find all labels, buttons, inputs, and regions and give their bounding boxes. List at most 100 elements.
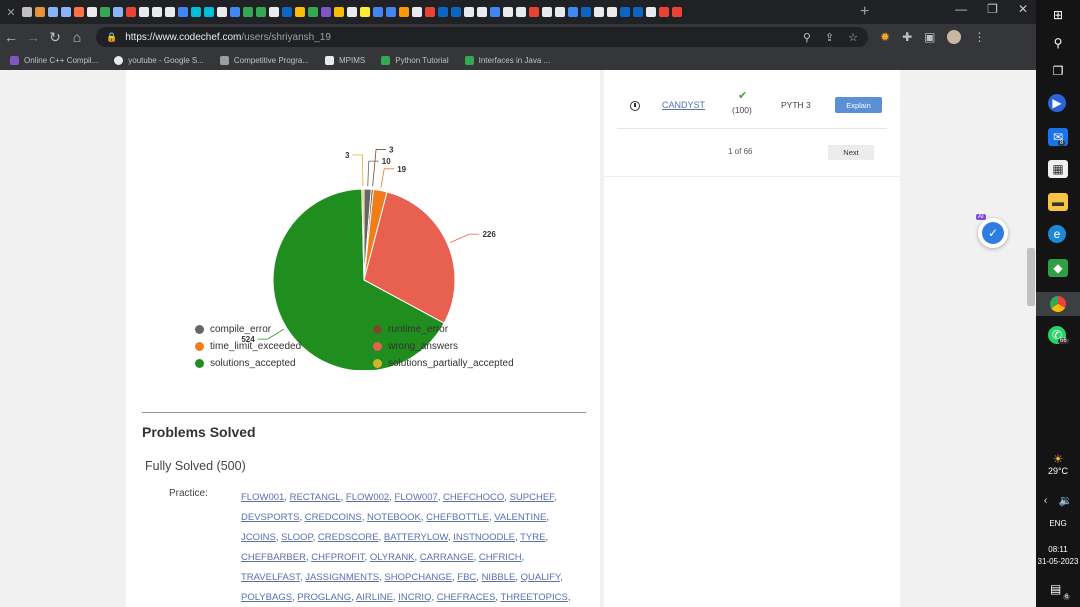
tab-favicon-icon[interactable]	[35, 7, 45, 17]
problem-link[interactable]: CREDCOINS	[305, 512, 362, 523]
bookmark-item[interactable]: Python Tutorial	[381, 55, 449, 65]
problem-link[interactable]: POLYBAGS	[241, 592, 292, 603]
problem-link[interactable]: OLYRANK	[370, 552, 415, 563]
problem-link[interactable]: SUPCHEF	[510, 492, 554, 503]
tab-favicon-icon[interactable]	[568, 7, 578, 17]
problem-link[interactable]: SHOPCHANGE	[384, 572, 452, 583]
chrome-taskbar-item[interactable]	[1036, 292, 1080, 316]
tab-favicon-icon[interactable]	[347, 7, 357, 17]
search-icon[interactable]: ⚲	[1048, 34, 1068, 52]
problem-link[interactable]: FLOW007	[394, 492, 437, 503]
problem-link[interactable]: CARRANGE	[420, 552, 474, 563]
tab-favicon-icon[interactable]	[152, 7, 162, 17]
problem-link[interactable]: CREDSCORE	[318, 532, 379, 543]
problem-link[interactable]: INCRIQ	[398, 592, 431, 603]
maximize-icon[interactable]: ❐	[987, 2, 998, 16]
task-view-icon[interactable]: ❐	[1048, 62, 1068, 80]
tab-favicon-icon[interactable]	[360, 7, 370, 17]
problem-link[interactable]: BATTERYLOW	[384, 532, 448, 543]
window-close-icon[interactable]: ✕	[1018, 2, 1028, 16]
tab-favicon-icon[interactable]	[295, 7, 305, 17]
bookmark-item[interactable]: MPIMS	[325, 55, 365, 65]
extension-icon[interactable]: ✹	[880, 30, 890, 44]
tab-favicon-icon[interactable]	[516, 7, 526, 17]
share-icon[interactable]: ⇪	[825, 31, 834, 44]
problem-link[interactable]: AIRLINE	[356, 592, 393, 603]
tab-favicon-icon[interactable]	[334, 7, 344, 17]
tab-favicon-icon[interactable]	[529, 7, 539, 17]
problem-link[interactable]: FBC	[457, 572, 476, 583]
puzzle-icon[interactable]: ✚	[902, 30, 912, 44]
problem-link[interactable]: CHEFBARBER	[241, 552, 306, 563]
tab-favicon-icon[interactable]	[620, 7, 630, 17]
tab-favicon-icon[interactable]	[646, 7, 656, 17]
problem-link[interactable]: CHEFCHOCO	[443, 492, 504, 503]
next-page-button[interactable]: Next	[828, 145, 874, 160]
forward-icon[interactable]: →	[22, 29, 44, 45]
tab-favicon-icon[interactable]	[217, 7, 227, 17]
problem-link[interactable]: INSTNOODLE	[453, 532, 515, 543]
media-player-icon[interactable]: ▶	[1048, 94, 1066, 112]
tab-favicon-icon[interactable]	[503, 7, 513, 17]
minimize-icon[interactable]: —	[955, 2, 967, 16]
tab-favicon-icon[interactable]	[61, 7, 71, 17]
problem-link[interactable]: FLOW001	[241, 492, 284, 503]
reload-icon[interactable]: ↻	[44, 29, 66, 46]
address-bar[interactable]: 🔒 https://www.codechef.com/users/shriyan…	[96, 27, 868, 47]
tab-favicon-icon[interactable]	[178, 7, 188, 17]
tab-favicon-icon[interactable]	[464, 7, 474, 17]
problem-link[interactable]: QUALIFY	[521, 572, 560, 583]
tab-favicon-icon[interactable]	[230, 7, 240, 17]
menu-icon[interactable]: ⋮	[973, 30, 985, 44]
tab-favicon-icon[interactable]	[74, 7, 84, 17]
tab-favicon-icon[interactable]	[607, 7, 617, 17]
problem-link[interactable]: JASSIGNMENTS	[305, 572, 379, 583]
speaker-icon[interactable]: 🔉	[1059, 495, 1073, 507]
tab-favicon-icon[interactable]	[48, 7, 58, 17]
weather-widget[interactable]: ☀ 29°C	[1036, 452, 1080, 476]
tab-favicon-icon[interactable]	[659, 7, 669, 17]
problem-link[interactable]: THREETOPICS	[500, 592, 567, 603]
tab-favicon-icon[interactable]	[555, 7, 565, 17]
problem-link[interactable]: PROGLANG	[297, 592, 351, 603]
file-explorer-icon[interactable]: ▬	[1048, 193, 1068, 211]
windows-start-icon[interactable]: ⊞	[1048, 6, 1068, 24]
ai-assistant-widget[interactable]: AI ✓	[976, 214, 1008, 248]
tab-favicon-icon[interactable]	[126, 7, 136, 17]
tab-favicon-icon[interactable]	[191, 7, 201, 17]
tab-favicon-icon[interactable]	[438, 7, 448, 17]
bookmark-item[interactable]: Competitive Progra...	[219, 55, 309, 65]
tab-favicon-icon[interactable]	[451, 7, 461, 17]
submission-problem-link[interactable]: CANDYST	[662, 100, 705, 110]
tab-favicon-icon[interactable]	[633, 7, 643, 17]
problem-link[interactable]: DEVSPORTS	[241, 512, 299, 523]
new-tab-icon[interactable]: +	[860, 3, 869, 21]
back-icon[interactable]: ←	[0, 29, 22, 45]
notification-icon[interactable]: ▤	[1050, 582, 1061, 596]
problem-link[interactable]: RECTANGL	[290, 492, 341, 503]
problem-link[interactable]: TYRE	[520, 532, 545, 543]
problem-link[interactable]: FLOW002	[346, 492, 389, 503]
input-language[interactable]: ENG	[1036, 519, 1080, 528]
tab-favicon-icon[interactable]	[594, 7, 604, 17]
clock-time[interactable]: 08:11	[1036, 545, 1080, 554]
tab-favicon-icon[interactable]	[477, 7, 487, 17]
tab-favicon-icon[interactable]	[321, 7, 331, 17]
calendar-icon[interactable]: ▦	[1048, 160, 1068, 178]
edge-icon[interactable]: e	[1048, 225, 1066, 243]
tab-favicon-icon[interactable]	[386, 7, 396, 17]
problem-link[interactable]: CHFRICH	[479, 552, 522, 563]
tab-favicon-icon[interactable]	[100, 7, 110, 17]
tab-favicon-icon[interactable]	[243, 7, 253, 17]
tab-favicon-icon[interactable]	[269, 7, 279, 17]
chevron-left-icon[interactable]: ‹	[1044, 495, 1048, 507]
clock-date[interactable]: 31-05-2023	[1036, 557, 1080, 566]
tab-favicon-icon[interactable]	[399, 7, 409, 17]
tab-favicon-icon[interactable]	[139, 7, 149, 17]
bookmark-item[interactable]: Interfaces in Java ...	[464, 55, 550, 65]
problem-link[interactable]: CHEFRACES	[437, 592, 496, 603]
avatar[interactable]	[947, 30, 962, 44]
explain-button[interactable]: Explain	[835, 97, 882, 113]
tab-favicon-icon[interactable]	[412, 7, 422, 17]
problem-link[interactable]: SLOOP	[281, 532, 313, 543]
